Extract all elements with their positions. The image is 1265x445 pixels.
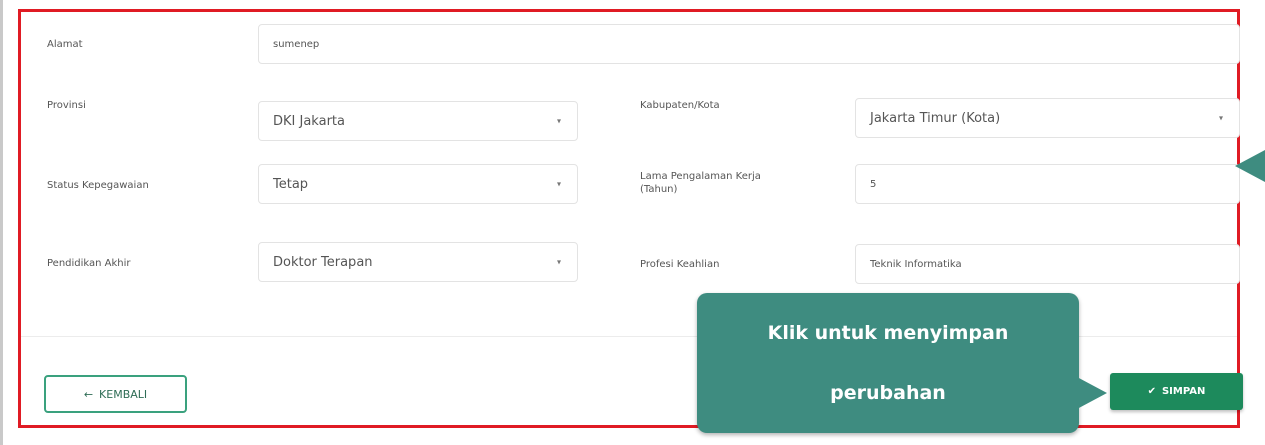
chevron-down-icon: ▾	[556, 116, 561, 126]
status-label: Status Kepegawaian	[47, 180, 149, 191]
status-select[interactable]: Tetap ▾	[258, 164, 578, 204]
arrow-left-icon: ←	[83, 387, 94, 401]
lama-input[interactable]: 5	[855, 164, 1240, 204]
save-button-label: SIMPAN	[1161, 386, 1206, 397]
lama-label-line2: (Tahun)	[640, 184, 678, 195]
check-icon: ✔	[1147, 386, 1156, 397]
kabupaten-value: Jakarta Timur (Kota)	[870, 110, 1001, 126]
provinsi-select[interactable]: DKI Jakarta ▾	[258, 101, 578, 141]
back-button-label: KEMBALI	[99, 387, 148, 401]
pendidikan-value: Doktor Terapan	[273, 254, 373, 270]
side-callout-pointer	[1235, 150, 1265, 182]
tutorial-callout: Klik untuk menyimpan perubahan	[697, 293, 1079, 433]
alamat-input[interactable]: sumenep	[258, 24, 1240, 64]
callout-line1: Klik untuk menyimpan	[767, 322, 1009, 344]
status-value: Tetap	[273, 176, 309, 192]
save-button[interactable]: ✔ SIMPAN	[1110, 373, 1243, 410]
lama-value: 5	[870, 178, 877, 190]
provinsi-value: DKI Jakarta	[273, 113, 345, 129]
chevron-down-icon: ▾	[556, 257, 561, 267]
alamat-label: Alamat	[47, 39, 83, 50]
alamat-value: sumenep	[273, 38, 320, 50]
profesi-label: Profesi Keahlian	[640, 259, 720, 270]
pendidikan-label: Pendidikan Akhir	[47, 258, 131, 269]
callout-pointer	[1077, 377, 1107, 409]
page-edge	[0, 0, 3, 445]
profesi-input[interactable]: Teknik Informatika	[855, 244, 1240, 284]
kabupaten-select[interactable]: Jakarta Timur (Kota) ▾	[855, 98, 1240, 138]
kabupaten-label: Kabupaten/Kota	[640, 100, 720, 111]
chevron-down-icon: ▾	[1218, 113, 1223, 123]
back-button[interactable]: ← KEMBALI	[44, 375, 187, 413]
pendidikan-select[interactable]: Doktor Terapan ▾	[258, 242, 578, 282]
chevron-down-icon: ▾	[556, 179, 561, 189]
lama-label-line1: Lama Pengalaman Kerja	[640, 171, 761, 182]
provinsi-label: Provinsi	[47, 100, 86, 111]
profesi-value: Teknik Informatika	[870, 258, 962, 270]
callout-line2: perubahan	[830, 382, 946, 404]
lama-label: Lama Pengalaman Kerja (Tahun)	[640, 170, 761, 196]
